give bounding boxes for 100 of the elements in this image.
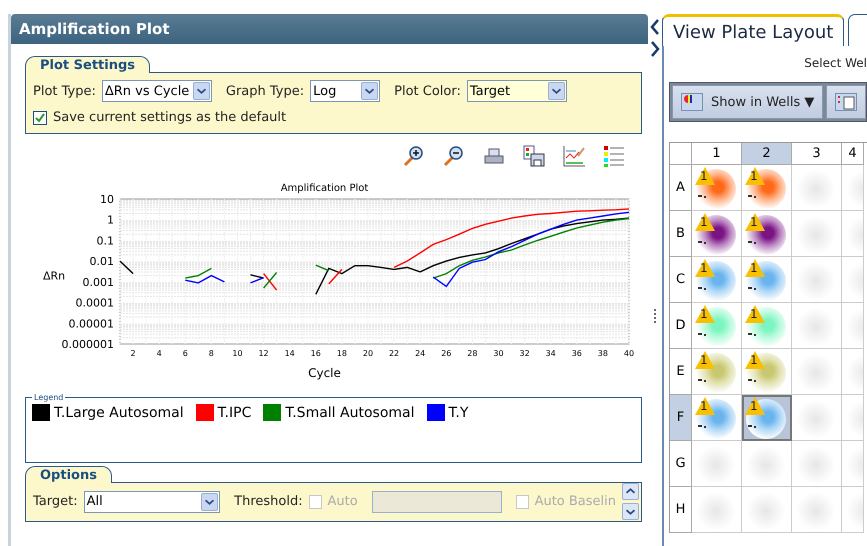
y-tick-label: 0.0001: [76, 296, 114, 310]
tab[interactable]: View Plate Layout: [662, 14, 844, 46]
plate-well[interactable]: 1: [692, 349, 742, 395]
plate-well[interactable]: 1: [692, 303, 742, 349]
column-header[interactable]: 2: [742, 143, 792, 165]
flag-count: 1: [750, 399, 758, 413]
flag-count: 1: [750, 307, 758, 321]
plate-well[interactable]: [792, 487, 842, 533]
x-tick-label: 8: [208, 349, 214, 358]
show-in-wells-button[interactable]: Show in Wells ▼: [672, 85, 824, 119]
marker-icon: [748, 241, 756, 244]
row-header[interactable]: B: [670, 211, 692, 257]
splitter-handle[interactable]: [653, 308, 657, 324]
dropdown[interactable]: Log: [310, 80, 380, 102]
wells-view-icon: [681, 93, 703, 111]
warning-icon: [695, 305, 715, 323]
plate-well[interactable]: [692, 487, 742, 533]
plate-well[interactable]: [842, 441, 864, 487]
plate-well[interactable]: [842, 303, 864, 349]
expand-right-icon[interactable]: [650, 40, 660, 58]
chart-title: Amplification Plot: [280, 183, 368, 194]
plate-well[interactable]: [842, 211, 864, 257]
plate-well[interactable]: [792, 211, 842, 257]
y-axis-label: ΔRn: [43, 270, 66, 282]
column-header[interactable]: 3: [792, 143, 842, 165]
y-tick-label: 0.01: [90, 255, 114, 268]
marker-icon: [698, 195, 706, 198]
plate-well[interactable]: 1: [692, 211, 742, 257]
warning-icon: [695, 259, 715, 277]
marker-icon: [748, 379, 756, 382]
x-tick-label: 36: [572, 349, 582, 358]
plate-well[interactable]: 1: [742, 211, 792, 257]
plate-well[interactable]: [842, 487, 864, 533]
x-tick-label: 6: [182, 349, 188, 358]
row-header[interactable]: D: [670, 303, 692, 349]
plate-well[interactable]: 1: [742, 303, 792, 349]
plate-well[interactable]: 1: [692, 165, 742, 211]
plate-well[interactable]: 1: [742, 165, 792, 211]
collapse-left-icon[interactable]: [650, 18, 660, 36]
row-header[interactable]: C: [670, 257, 692, 303]
layout-button[interactable]: [826, 85, 866, 119]
flag-count: 1: [700, 353, 708, 367]
instruction-text: Select Wel: [804, 56, 867, 70]
plate-well[interactable]: [792, 349, 842, 395]
dropdown[interactable]: Target: [466, 80, 567, 102]
legend-label: T.Small Autosomal: [285, 404, 414, 420]
plate-well[interactable]: [792, 303, 842, 349]
dropdown[interactable]: ΔRn vs Cycle: [102, 80, 212, 102]
field-label: Plot Type:: [33, 84, 96, 98]
caret-icon: [361, 82, 378, 100]
plate-well[interactable]: 1: [742, 257, 792, 303]
plate-well[interactable]: 1: [742, 395, 792, 441]
plate-well[interactable]: 1: [742, 349, 792, 395]
plate-well[interactable]: [792, 257, 842, 303]
field-label: Plot Color:: [394, 84, 461, 98]
caret-icon: [201, 492, 218, 510]
plate-well[interactable]: 1: [692, 257, 742, 303]
y-tick-label: 10: [100, 193, 114, 206]
warning-icon: [745, 259, 765, 277]
x-tick-label: 38: [598, 349, 608, 358]
warning-icon: [695, 397, 715, 415]
plate-well[interactable]: [842, 257, 864, 303]
marker-icon: [748, 425, 756, 428]
column-header[interactable]: 1: [692, 143, 742, 165]
column-header[interactable]: 4: [842, 143, 864, 165]
y-tick-label: 0.00001: [68, 317, 114, 330]
marker-icon: [698, 333, 706, 336]
plate-well[interactable]: [792, 441, 842, 487]
field-label: Threshold:: [234, 494, 303, 509]
warning-icon: [745, 397, 765, 415]
row-header[interactable]: A: [670, 165, 692, 211]
dropdown[interactable]: All: [84, 490, 220, 512]
plate-well[interactable]: [742, 487, 792, 533]
x-tick-label: 20: [362, 349, 374, 358]
y-tick-label: 0.000001: [62, 338, 114, 351]
chart-edit-icon: [562, 144, 586, 168]
scroll-down-button[interactable]: [622, 503, 640, 520]
plate-well[interactable]: [842, 395, 864, 441]
plate-well[interactable]: [792, 165, 842, 211]
legend-label: T.Y: [448, 404, 468, 420]
plate-well[interactable]: [742, 441, 792, 487]
warning-icon: [745, 167, 765, 185]
x-tick-label: 30: [493, 349, 504, 358]
plate-well[interactable]: [792, 395, 842, 441]
row-header[interactable]: G: [670, 441, 692, 487]
row-header[interactable]: F: [670, 395, 692, 441]
row-header[interactable]: E: [670, 349, 692, 395]
scroll-up-button[interactable]: [622, 483, 640, 500]
plate-well[interactable]: [842, 165, 864, 211]
x-tick-label: 26: [441, 349, 452, 358]
y-tick-label: 1: [107, 214, 114, 227]
marker-icon: [748, 287, 756, 290]
x-tick-label: 22: [388, 349, 400, 358]
checkbox[interactable]: [33, 110, 47, 124]
plate-well[interactable]: [842, 349, 864, 395]
plate-well[interactable]: 1: [692, 395, 742, 441]
x-tick-label: 18: [336, 349, 347, 358]
warning-icon: [695, 213, 715, 231]
row-header[interactable]: H: [670, 487, 692, 533]
plate-well[interactable]: [692, 441, 742, 487]
